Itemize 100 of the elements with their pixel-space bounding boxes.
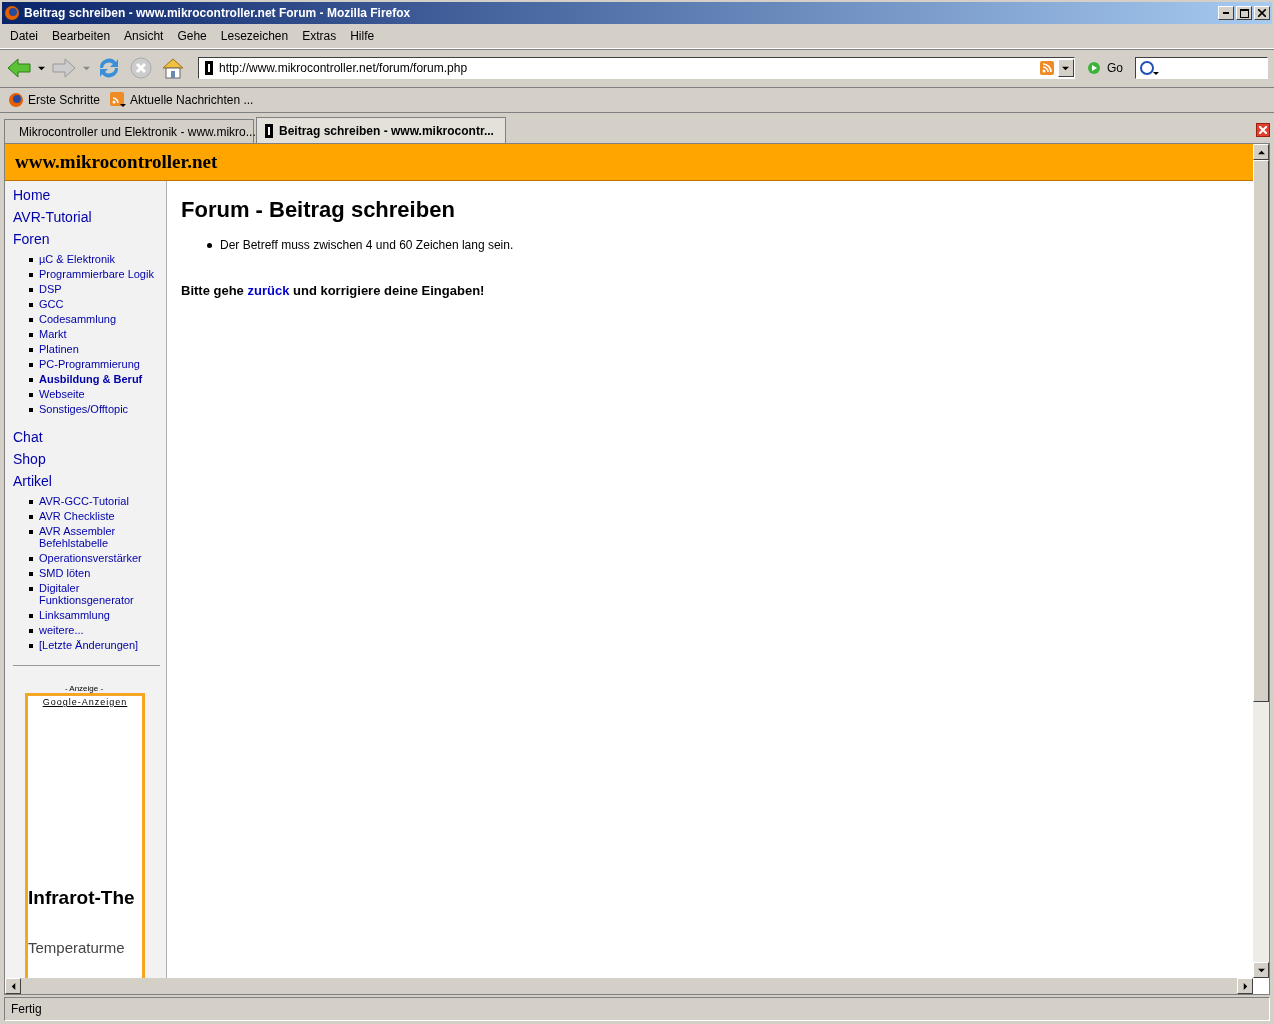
scroll-up-button[interactable] bbox=[1253, 144, 1269, 160]
right-arrow-icon bbox=[1241, 982, 1249, 990]
nav-sublink[interactable]: AVR Assembler Befehlstabelle bbox=[39, 525, 166, 549]
nav-sublink[interactable]: µC & Elektronik bbox=[39, 253, 116, 265]
bullet-icon bbox=[29, 557, 33, 561]
nav-sublink[interactable]: Markt bbox=[39, 328, 67, 340]
google-icon[interactable] bbox=[1139, 60, 1159, 76]
nav-sublink[interactable]: DSP bbox=[39, 283, 62, 295]
bullet-icon bbox=[29, 572, 33, 576]
down-arrow-icon bbox=[38, 64, 45, 72]
menu-item[interactable]: Datei bbox=[4, 27, 44, 45]
nav-sublink[interactable]: Linksammlung bbox=[39, 609, 110, 621]
ad-link[interactable]: Google-Anzeigen bbox=[42, 697, 128, 707]
vertical-scrollbar[interactable] bbox=[1253, 144, 1269, 978]
bullet-icon bbox=[29, 288, 33, 292]
scroll-right-button[interactable] bbox=[1237, 978, 1253, 994]
status-text: Fertig bbox=[11, 1002, 42, 1016]
go-button[interactable]: Go bbox=[1081, 61, 1129, 75]
nav-sublink[interactable]: Programmierbare Logik bbox=[39, 268, 154, 280]
error-message: Der Betreff muss zwischen 4 und 60 Zeichen lang sein. bbox=[220, 237, 514, 253]
nav-sublink[interactable]: Ausbildung & Beruf bbox=[39, 373, 143, 385]
bullet-icon bbox=[29, 273, 33, 277]
bullet-icon bbox=[29, 587, 33, 591]
up-arrow-icon bbox=[1257, 148, 1265, 156]
menu-item[interactable]: Extras bbox=[296, 27, 343, 45]
nav-link[interactable]: Artikel bbox=[13, 473, 166, 489]
nav-link[interactable]: AVR-Tutorial bbox=[13, 209, 166, 225]
menu-item[interactable]: Gehe bbox=[171, 27, 213, 45]
nav-sublink[interactable]: Platinen bbox=[39, 343, 79, 355]
ad-label: - Anzeige - bbox=[63, 684, 105, 693]
dropdown-button[interactable] bbox=[1058, 59, 1074, 77]
horizontal-scrollbar[interactable] bbox=[5, 978, 1253, 994]
nav-sublink[interactable]: weitere... bbox=[39, 624, 84, 636]
down-arrow-icon bbox=[1062, 64, 1070, 72]
bookmark-link[interactable]: Erste Schritte bbox=[8, 92, 101, 108]
bullet-icon bbox=[29, 629, 33, 633]
window-title: Beitrag schreiben - www.mikrocontroller.net Forum - Mozilla Firefox bbox=[24, 6, 412, 20]
bullet-icon bbox=[29, 333, 33, 337]
nav-sublink[interactable]: GCC bbox=[39, 298, 64, 310]
caret-icon[interactable] bbox=[38, 64, 45, 72]
address-bar[interactable]: http://www.mikrocontroller.net/forum/forum.php bbox=[198, 57, 1075, 79]
bullet-icon bbox=[29, 303, 33, 307]
nav-link[interactable]: Shop bbox=[13, 451, 166, 467]
close-icon bbox=[1259, 126, 1267, 134]
browser-tab[interactable]: Mikrocontroller und Elektronik - www.mikro... bbox=[4, 119, 254, 143]
minimize-button[interactable] bbox=[1218, 6, 1234, 20]
search-field[interactable] bbox=[1135, 57, 1268, 79]
bullet-icon bbox=[29, 515, 33, 519]
scroll-down-button[interactable] bbox=[1253, 962, 1269, 978]
close-icon bbox=[1258, 9, 1266, 17]
firefox-icon bbox=[8, 92, 24, 108]
bullet-icon bbox=[29, 644, 33, 648]
nav-link[interactable]: Foren bbox=[13, 231, 166, 247]
site-icon bbox=[265, 123, 273, 138]
scroll-left-button[interactable] bbox=[5, 978, 21, 994]
menu-item[interactable]: Lesezeichen bbox=[214, 27, 295, 45]
down-arrow-icon bbox=[1257, 966, 1265, 974]
close-tab-button[interactable] bbox=[1256, 123, 1270, 137]
back-link[interactable]: zurück bbox=[247, 283, 290, 298]
bookmark-link[interactable]: Aktuelle Nachrichten ... bbox=[110, 92, 254, 108]
left-arrow-icon bbox=[9, 982, 17, 990]
play-icon bbox=[1087, 61, 1101, 75]
nav-sublink[interactable]: Operationsverstärker bbox=[39, 552, 142, 564]
bullet-icon bbox=[29, 318, 33, 322]
nav-sublink[interactable]: Codesammlung bbox=[39, 313, 117, 325]
bullet-icon bbox=[29, 258, 33, 262]
nav-sublink[interactable]: Webseite bbox=[39, 388, 85, 400]
bullet-icon bbox=[29, 378, 33, 382]
site-icon bbox=[205, 61, 213, 75]
bullet-icon bbox=[29, 363, 33, 367]
ad-headline[interactable]: Infrarot-The bbox=[28, 887, 135, 909]
close-button[interactable] bbox=[1254, 6, 1270, 20]
bullet-icon bbox=[29, 530, 33, 534]
ad-text: Temperaturme bbox=[28, 939, 125, 956]
back-button[interactable] bbox=[6, 57, 32, 79]
nav-sublink[interactable]: Sonstiges/Offtopic bbox=[39, 403, 129, 415]
bullet-icon bbox=[207, 242, 212, 248]
nav-sublink[interactable]: AVR-GCC-Tutorial bbox=[39, 495, 129, 507]
nav-link[interactable]: Chat bbox=[13, 429, 166, 445]
bullet-icon bbox=[29, 348, 33, 352]
site-title: www.mikrocontroller.net bbox=[15, 151, 218, 173]
bullet-icon bbox=[29, 393, 33, 397]
instruction-text: Bitte gehe zurück und korrigiere deine Eingaben! bbox=[181, 283, 486, 298]
home-button[interactable] bbox=[160, 56, 186, 80]
nav-sublink[interactable]: [Letzte Änderungen] bbox=[39, 639, 139, 651]
maximize-button[interactable] bbox=[1236, 6, 1252, 20]
nav-link[interactable]: Home bbox=[13, 187, 166, 203]
menu-item[interactable]: Hilfe bbox=[344, 27, 381, 45]
menu-item[interactable]: Ansicht bbox=[118, 27, 170, 45]
nav-sublink[interactable]: SMD löten bbox=[39, 567, 91, 579]
browser-tab[interactable]: Beitrag schreiben - www.mikrocontr... bbox=[256, 117, 506, 143]
nav-sublink[interactable]: Digitaler Funktionsgenerator bbox=[39, 582, 166, 606]
rss-icon bbox=[110, 92, 127, 108]
page-heading: Forum - Beitrag schreiben bbox=[181, 197, 456, 223]
nav-sublink[interactable]: PC-Programmierung bbox=[39, 358, 140, 370]
menu-item[interactable]: Bearbeiten bbox=[46, 27, 117, 45]
bullet-icon bbox=[29, 500, 33, 504]
nav-sublink[interactable]: AVR Checkliste bbox=[39, 510, 115, 522]
bullet-icon bbox=[29, 614, 33, 618]
bullet-icon bbox=[29, 408, 33, 412]
